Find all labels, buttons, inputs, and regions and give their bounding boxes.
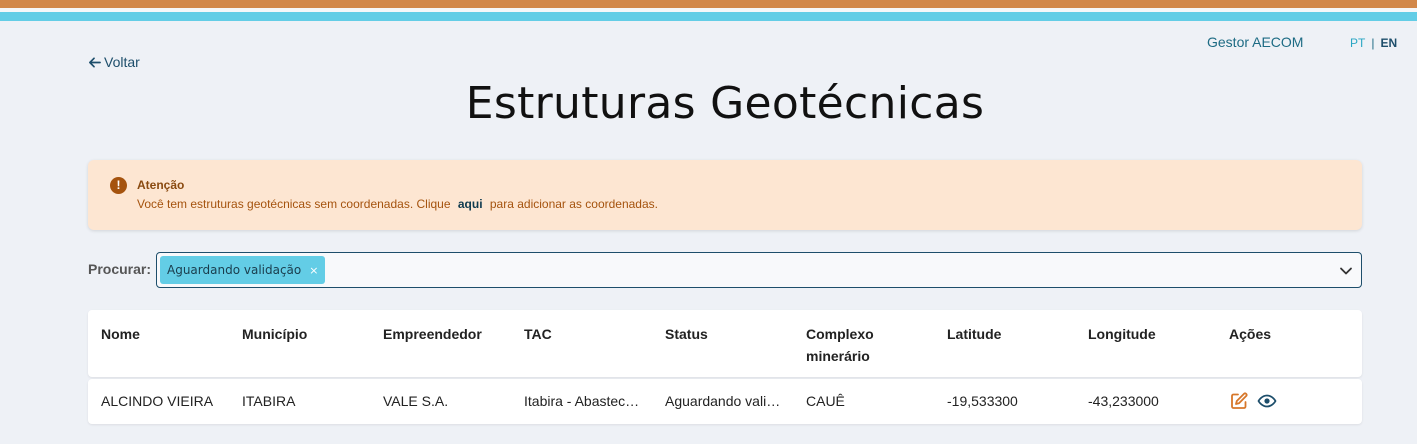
cell-longitude: -43,233000 <box>1088 393 1159 409</box>
column-header-complexo[interactable]: Complexo minerário <box>806 323 896 367</box>
column-header-latitude[interactable]: Latitude <box>947 323 1067 345</box>
eye-icon[interactable] <box>1257 391 1277 411</box>
cell-latitude: -19,533300 <box>947 393 1018 409</box>
column-header-nome[interactable]: Nome <box>101 323 221 345</box>
warning-alert: ! Atenção Você tem estruturas geotécnica… <box>88 160 1362 230</box>
remove-chip-icon[interactable]: × <box>309 264 318 277</box>
cell-status: Aguardando validação <box>665 393 783 409</box>
alert-message-text: Você tem estruturas geotécnicas sem coor… <box>137 197 451 211</box>
top-accent-bar-cyan <box>0 12 1417 21</box>
search-label: Procurar: <box>88 261 152 277</box>
alert-title: Atenção <box>137 178 185 192</box>
column-header-tac[interactable]: TAC <box>524 323 644 345</box>
back-link-label: Voltar <box>104 54 140 70</box>
table-header-row: Nome Município Empreendedor TAC Status C… <box>88 310 1362 377</box>
filter-chip-label: Aguardando validação <box>167 263 302 277</box>
table-row[interactable]: ALCINDO VIEIRA ITABIRA VALE S.A. Itabira… <box>88 379 1362 424</box>
lang-en-option[interactable]: EN <box>1380 36 1397 50</box>
page-title: Estruturas Geotécnicas <box>465 78 985 129</box>
arrow-left-icon <box>89 56 101 68</box>
alert-message-text-end: para adicionar as coordenadas. <box>489 197 658 211</box>
cell-empreendedor: VALE S.A. <box>383 393 449 409</box>
search-filter-input[interactable]: Aguardando validação × <box>156 252 1362 288</box>
chevron-down-icon[interactable] <box>1339 264 1353 278</box>
cell-municipio: ITABIRA <box>242 393 296 409</box>
column-header-empreendedor[interactable]: Empreendedor <box>383 323 503 345</box>
alert-message: Você tem estruturas geotécnicas sem coor… <box>137 197 658 211</box>
lang-separator: | <box>1371 36 1375 50</box>
row-actions <box>1229 391 1277 411</box>
column-header-municipio[interactable]: Município <box>242 323 362 345</box>
language-switcher: PT | EN <box>1350 36 1397 50</box>
filter-chip: Aguardando validação × <box>160 256 326 284</box>
lang-pt-option[interactable]: PT <box>1350 36 1365 50</box>
user-name[interactable]: Gestor AECOM <box>1207 34 1303 50</box>
column-header-acoes: Ações <box>1229 326 1272 342</box>
column-header-status[interactable]: Status <box>665 323 785 345</box>
edit-icon[interactable] <box>1229 391 1249 411</box>
cell-nome: ALCINDO VIEIRA <box>101 393 214 409</box>
column-header-longitude[interactable]: Longitude <box>1088 323 1208 345</box>
cell-complexo: CAUÊ <box>806 393 845 409</box>
back-link[interactable]: Voltar <box>88 54 140 70</box>
exclamation-icon: ! <box>110 177 127 194</box>
cell-tac: Itabira - Abastecimento <box>524 393 642 409</box>
add-coordinates-link[interactable]: aqui <box>458 197 483 211</box>
top-accent-bar-orange <box>0 0 1417 8</box>
